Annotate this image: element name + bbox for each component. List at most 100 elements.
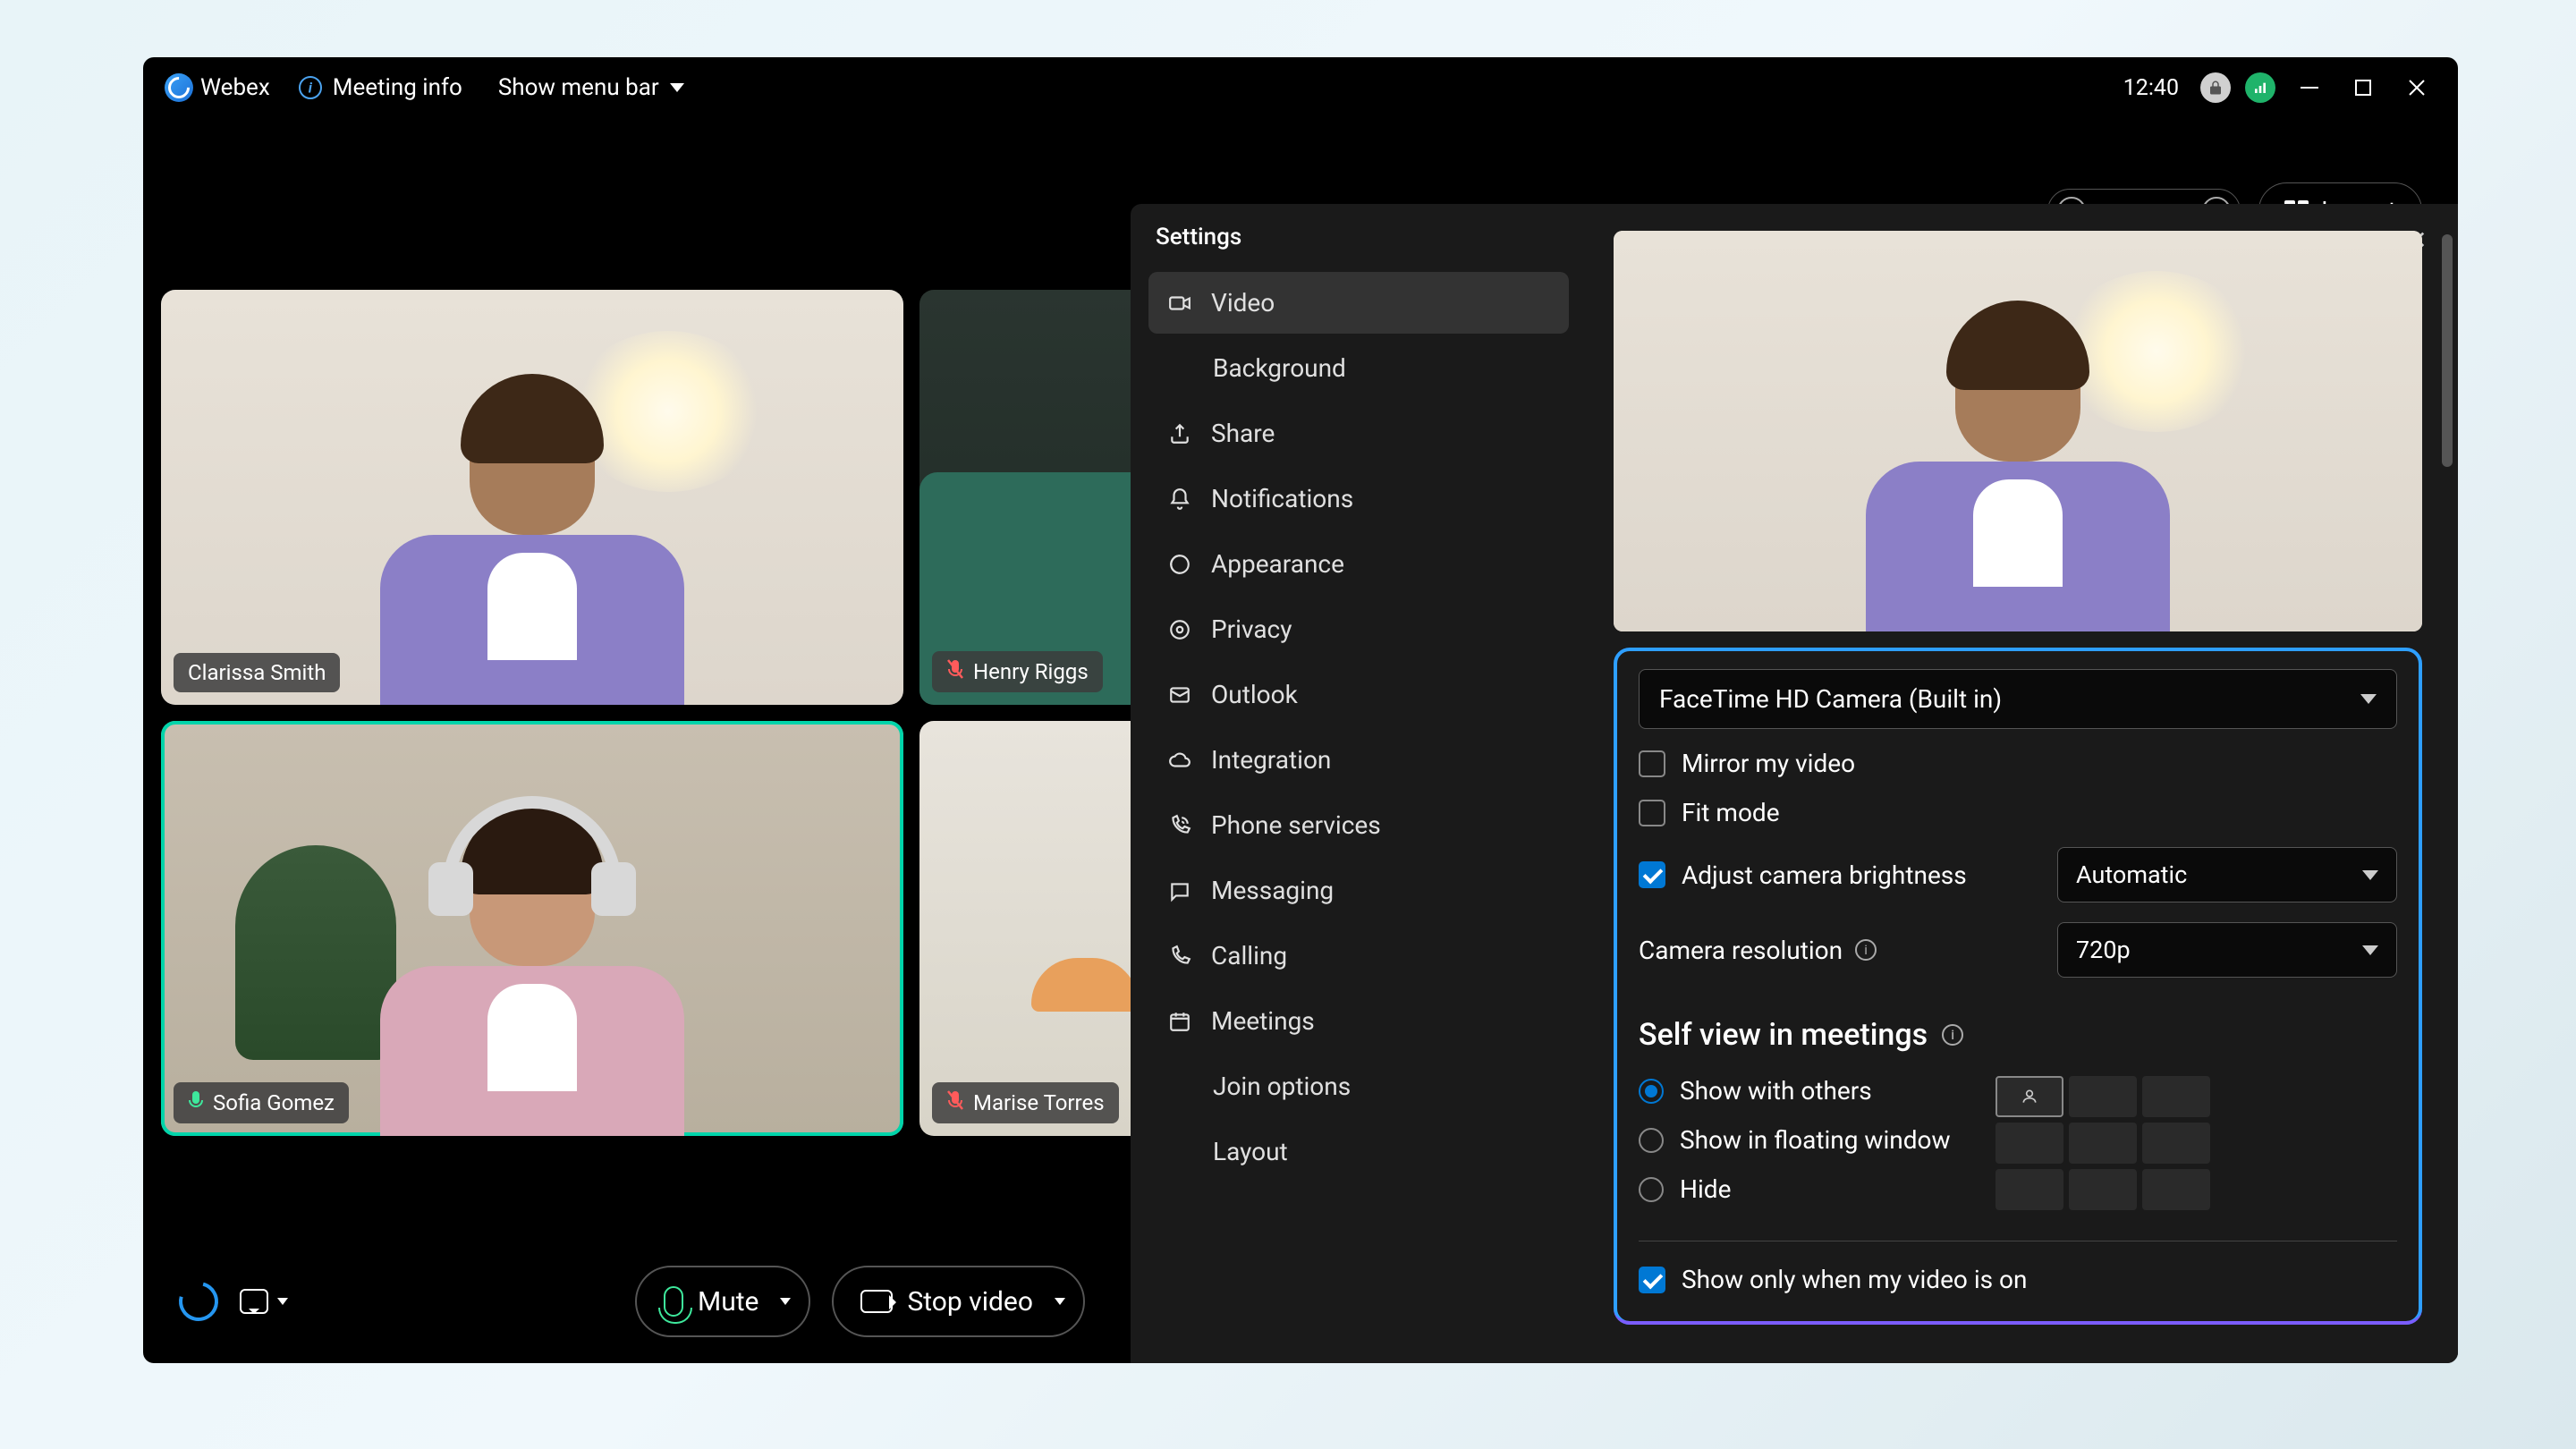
nav-outlook[interactable]: Outlook bbox=[1148, 664, 1569, 725]
participant-name: Henry Riggs bbox=[973, 659, 1089, 684]
main-window: Webex Meeting info Show menu bar 12:40 − bbox=[143, 57, 2458, 1363]
appearance-icon bbox=[1166, 551, 1193, 578]
stop-video-label: Stop video bbox=[907, 1286, 1033, 1318]
chat-button[interactable] bbox=[240, 1289, 288, 1314]
radio-floating[interactable] bbox=[1639, 1128, 1664, 1153]
maximize-button[interactable] bbox=[2343, 68, 2383, 107]
privacy-icon bbox=[1166, 616, 1193, 643]
participant-name-badge: Clarissa Smith bbox=[174, 653, 340, 692]
info-icon[interactable]: i bbox=[1942, 1024, 1963, 1046]
camera-icon bbox=[1166, 290, 1193, 317]
share-icon bbox=[1166, 420, 1193, 447]
settings-nav: Video Background Share Notifications App… bbox=[1131, 204, 1587, 1363]
show-only-when-on-option[interactable]: Show only when my video is on bbox=[1639, 1265, 2397, 1294]
microphone-icon bbox=[664, 1286, 683, 1317]
position-cell[interactable] bbox=[2142, 1076, 2210, 1117]
mute-button[interactable]: Mute bbox=[635, 1266, 810, 1337]
settings-content: FaceTime HD Camera (Built in) Mirror my … bbox=[1587, 204, 2458, 1363]
nav-video[interactable]: Video bbox=[1148, 272, 1569, 334]
resolution-option: Camera resolution i 720p bbox=[1639, 922, 2397, 978]
info-icon[interactable]: i bbox=[1855, 939, 1877, 961]
nav-privacy[interactable]: Privacy bbox=[1148, 598, 1569, 660]
clock: 12:40 bbox=[2123, 75, 2179, 101]
cloud-icon bbox=[1166, 747, 1193, 774]
mic-muted-icon bbox=[946, 658, 964, 685]
settings-title: Settings bbox=[1156, 224, 1241, 250]
chevron-down-icon bbox=[1055, 1298, 1065, 1305]
mic-on-icon bbox=[188, 1089, 204, 1116]
chevron-down-icon bbox=[2362, 870, 2378, 880]
show-menu-label: Show menu bar bbox=[498, 74, 659, 101]
radio-show-with-others[interactable] bbox=[1639, 1079, 1664, 1104]
meeting-info-label: Meeting info bbox=[333, 74, 462, 101]
camera-selected-value: FaceTime HD Camera (Built in) bbox=[1659, 684, 2002, 714]
outlook-icon bbox=[1166, 682, 1193, 708]
bell-icon bbox=[1166, 486, 1193, 513]
participant-name: Marise Torres bbox=[973, 1090, 1105, 1115]
mute-label: Mute bbox=[698, 1286, 758, 1318]
position-cell[interactable] bbox=[2069, 1169, 2137, 1210]
self-view-position-grid bbox=[1996, 1076, 2210, 1210]
phone-signal-icon bbox=[1166, 812, 1193, 839]
video-tile[interactable]: Clarissa Smith bbox=[161, 290, 903, 705]
position-cell[interactable] bbox=[2142, 1169, 2210, 1210]
nav-appearance[interactable]: Appearance bbox=[1148, 533, 1569, 595]
nav-phone-services[interactable]: Phone services bbox=[1148, 794, 1569, 856]
show-only-checkbox[interactable] bbox=[1639, 1267, 1665, 1293]
chat-icon bbox=[240, 1289, 268, 1314]
presence-icon[interactable] bbox=[172, 1275, 225, 1328]
position-cell[interactable] bbox=[1996, 1123, 2063, 1164]
participant-name-badge: Henry Riggs bbox=[932, 651, 1103, 692]
position-cell[interactable] bbox=[1996, 1076, 2063, 1117]
info-icon bbox=[299, 76, 322, 99]
nav-join-options[interactable]: Join options bbox=[1148, 1055, 1569, 1117]
mirror-video-option[interactable]: Mirror my video bbox=[1639, 749, 2397, 778]
chevron-down-icon bbox=[277, 1298, 288, 1305]
scrollbar[interactable] bbox=[2442, 234, 2453, 467]
position-cell[interactable] bbox=[2142, 1123, 2210, 1164]
fit-mode-checkbox[interactable] bbox=[1639, 800, 1665, 826]
resolution-select[interactable]: 720p bbox=[2057, 922, 2397, 978]
nav-background[interactable]: Background bbox=[1148, 337, 1569, 399]
show-menu-bar-button[interactable]: Show menu bar bbox=[498, 74, 684, 101]
nav-notifications[interactable]: Notifications bbox=[1148, 468, 1569, 530]
mirror-checkbox[interactable] bbox=[1639, 750, 1665, 777]
brightness-mode-select[interactable]: Automatic bbox=[2057, 847, 2397, 902]
video-settings-group: FaceTime HD Camera (Built in) Mirror my … bbox=[1614, 648, 2422, 1325]
position-cell[interactable] bbox=[2069, 1123, 2137, 1164]
fit-mode-option[interactable]: Fit mode bbox=[1639, 798, 2397, 827]
close-button[interactable] bbox=[2397, 68, 2436, 107]
nav-layout[interactable]: Layout bbox=[1148, 1121, 1569, 1182]
participant-name: Sofia Gomez bbox=[213, 1090, 335, 1115]
nav-messaging[interactable]: Messaging bbox=[1148, 860, 1569, 921]
self-view-floating[interactable]: Show in floating window bbox=[1639, 1125, 1951, 1155]
settings-panel: Settings ✕ Video Background Share Notifi… bbox=[1131, 204, 2458, 1363]
radio-hide[interactable] bbox=[1639, 1177, 1664, 1202]
camera-select[interactable]: FaceTime HD Camera (Built in) bbox=[1639, 669, 2397, 729]
self-view-hide[interactable]: Hide bbox=[1639, 1174, 1951, 1204]
nav-integration[interactable]: Integration bbox=[1148, 729, 1569, 791]
self-view-heading: Self view in meetings i bbox=[1639, 1017, 2397, 1053]
video-tile[interactable]: Sofia Gomez bbox=[161, 721, 903, 1136]
minimize-button[interactable] bbox=[2290, 68, 2329, 107]
network-status-icon[interactable] bbox=[2245, 72, 2275, 103]
app-name: Webex bbox=[200, 74, 270, 101]
chevron-down-icon bbox=[2360, 694, 2377, 704]
nav-share[interactable]: Share bbox=[1148, 402, 1569, 464]
participant-name-badge: Marise Torres bbox=[932, 1082, 1119, 1123]
message-icon bbox=[1166, 877, 1193, 904]
nav-meetings[interactable]: Meetings bbox=[1148, 990, 1569, 1052]
nav-calling[interactable]: Calling bbox=[1148, 925, 1569, 987]
chevron-down-icon bbox=[670, 83, 684, 92]
position-cell[interactable] bbox=[2069, 1076, 2137, 1117]
stop-video-button[interactable]: Stop video bbox=[832, 1266, 1085, 1337]
encryption-status-icon[interactable] bbox=[2200, 72, 2231, 103]
meeting-info-button[interactable]: Meeting info bbox=[299, 74, 462, 101]
participant-name-badge: Sofia Gomez bbox=[174, 1082, 349, 1123]
phone-icon bbox=[1166, 943, 1193, 970]
position-cell[interactable] bbox=[1996, 1169, 2063, 1210]
chevron-down-icon bbox=[780, 1298, 791, 1305]
self-view-show-with-others[interactable]: Show with others bbox=[1639, 1076, 1951, 1106]
brightness-checkbox[interactable] bbox=[1639, 861, 1665, 888]
participant-name: Clarissa Smith bbox=[188, 660, 326, 685]
